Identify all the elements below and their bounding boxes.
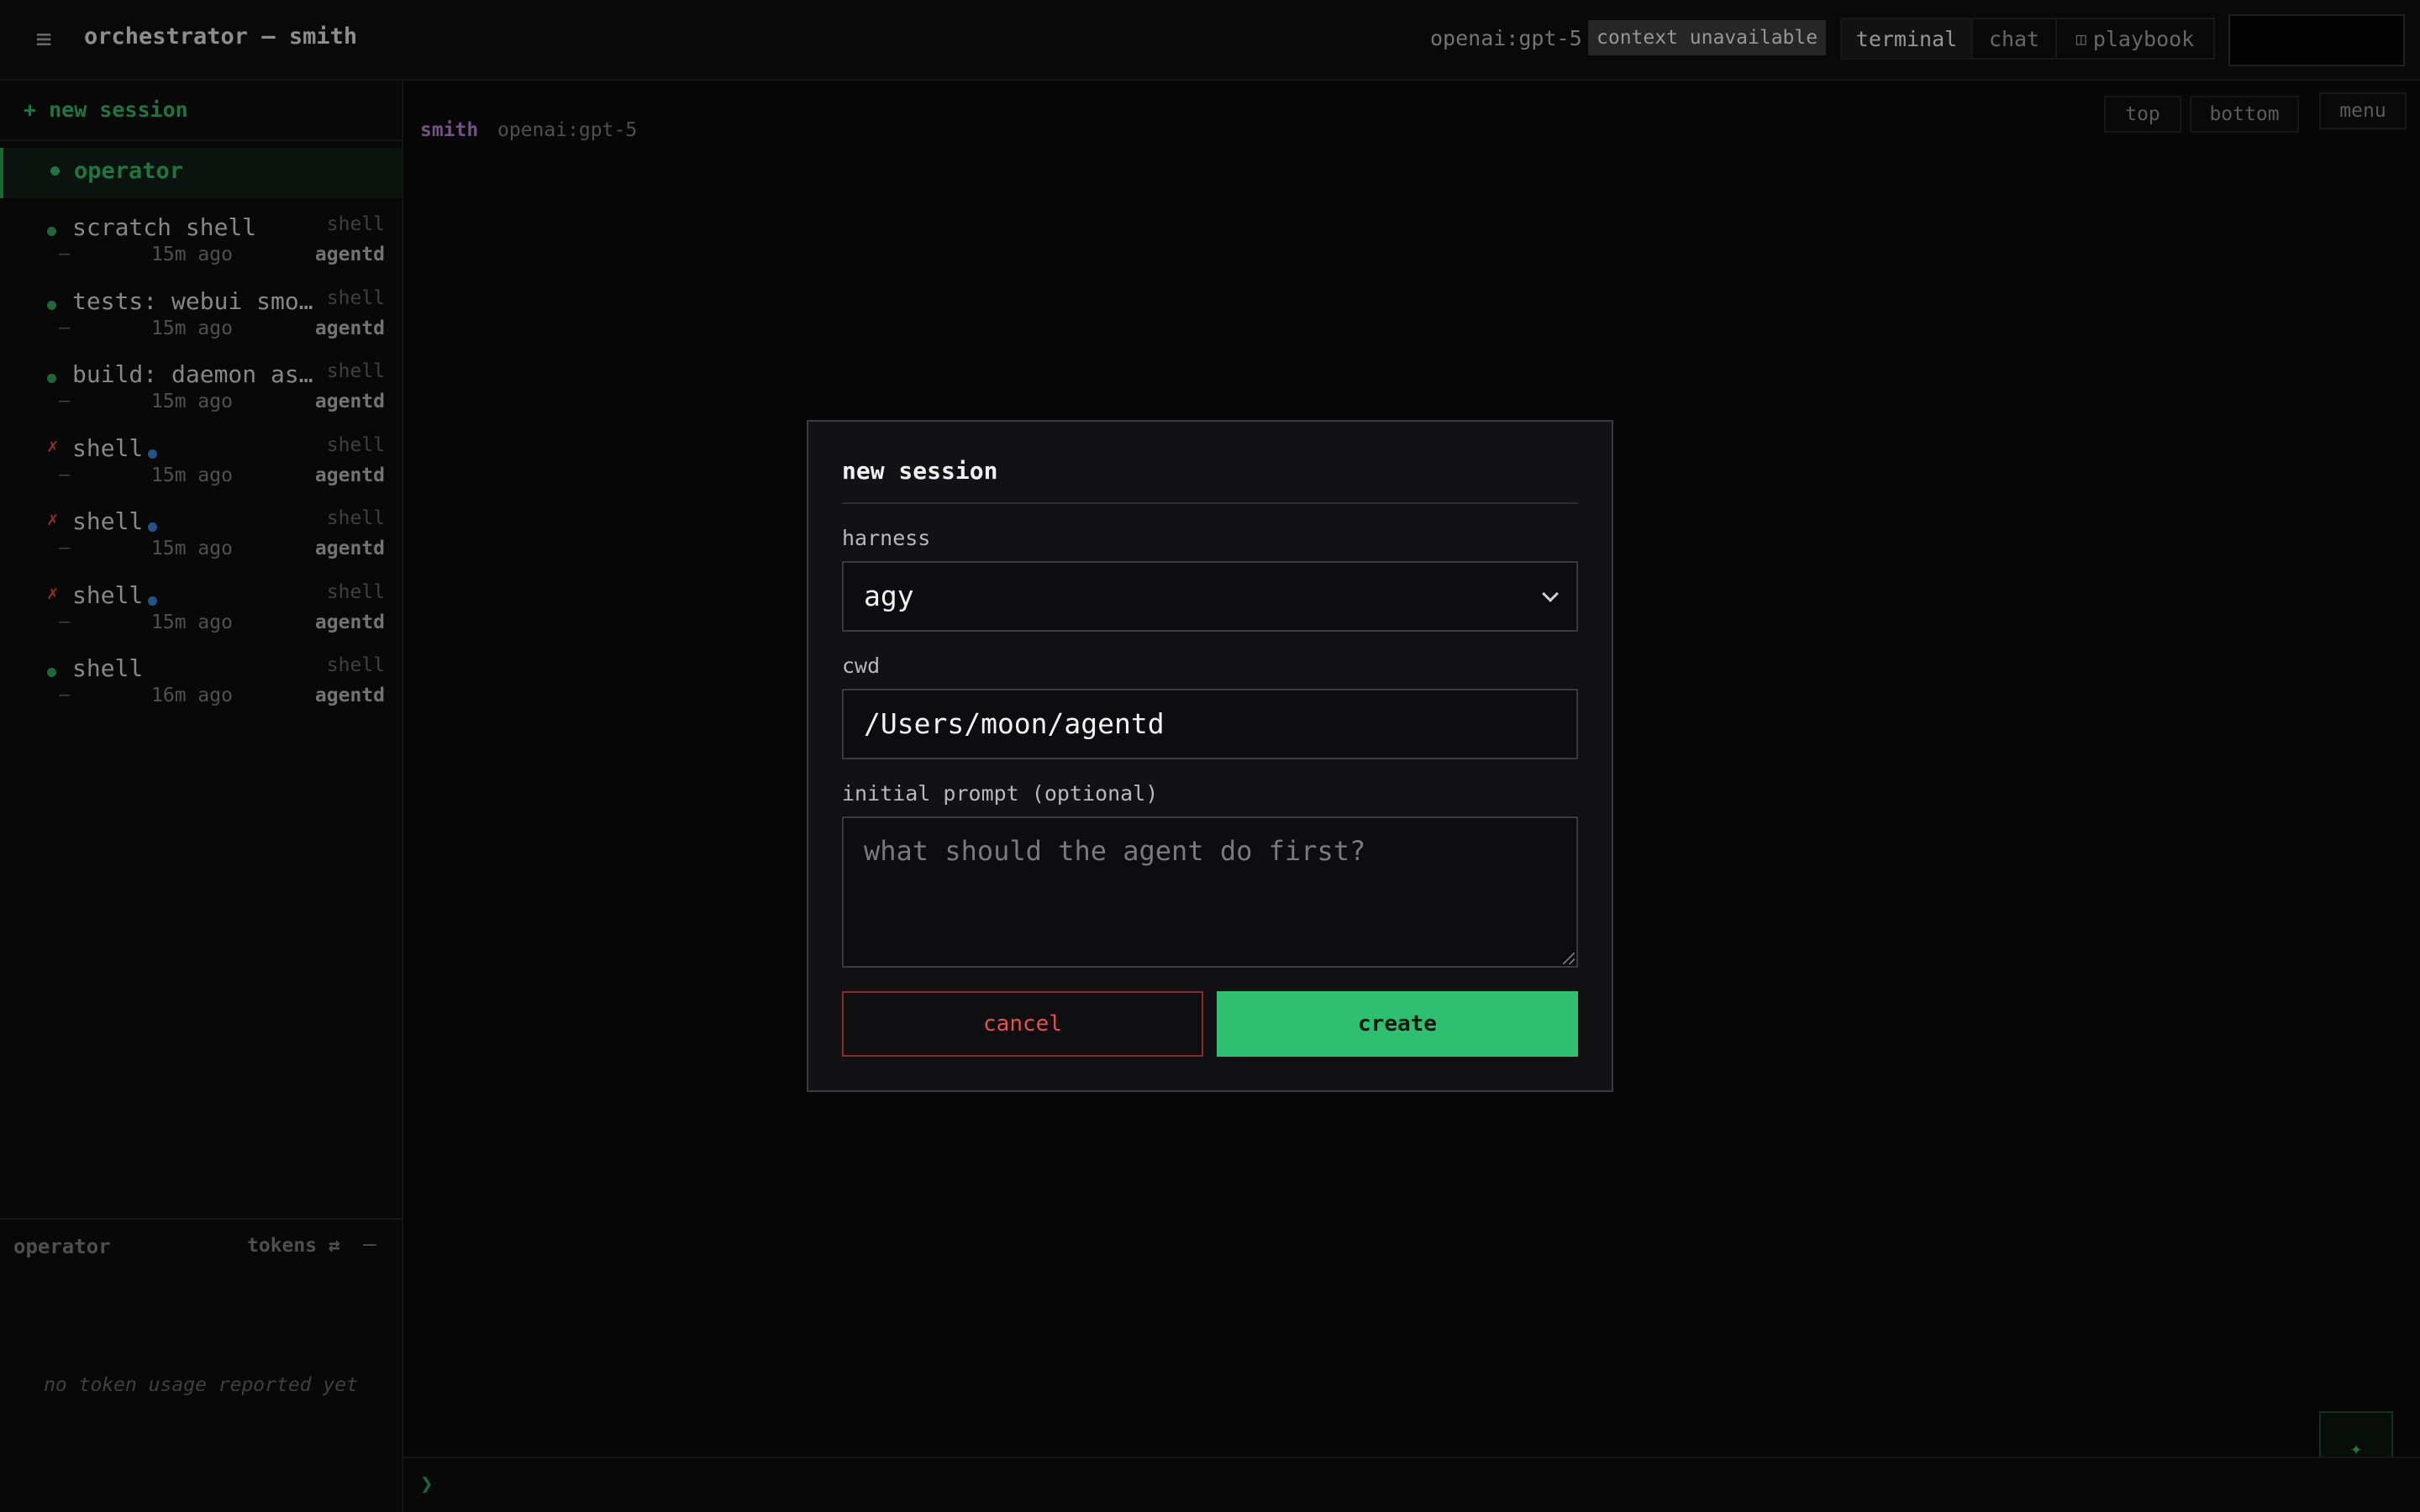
harness-label: harness: [842, 526, 931, 550]
harness-select[interactable]: agy: [842, 561, 1578, 632]
app-root: ≡ orchestrator — smith openai:gpt-5 cont…: [0, 0, 2420, 1512]
cwd-value: /Users/moon/agentd: [864, 707, 1165, 740]
harness-value: agy: [864, 580, 914, 612]
prompt-label: initial prompt (optional): [842, 781, 1159, 806]
resize-handle-icon[interactable]: [1563, 953, 1575, 964]
new-session-dialog: new session harness agy cwd /Users/moon/…: [807, 420, 1613, 1092]
modal-overlay: new session harness agy cwd /Users/moon/…: [0, 0, 2420, 1512]
dialog-divider: [842, 502, 1578, 504]
cancel-button[interactable]: cancel: [842, 991, 1203, 1057]
cwd-label: cwd: [842, 654, 881, 678]
create-button[interactable]: create: [1217, 991, 1578, 1057]
chevron-down-icon: [1542, 585, 1559, 602]
prompt-placeholder: what should the agent do first?: [864, 835, 1366, 867]
initial-prompt-textarea[interactable]: what should the agent do first?: [842, 816, 1578, 968]
dialog-title: new session: [842, 457, 998, 485]
cwd-input[interactable]: /Users/moon/agentd: [842, 689, 1578, 759]
